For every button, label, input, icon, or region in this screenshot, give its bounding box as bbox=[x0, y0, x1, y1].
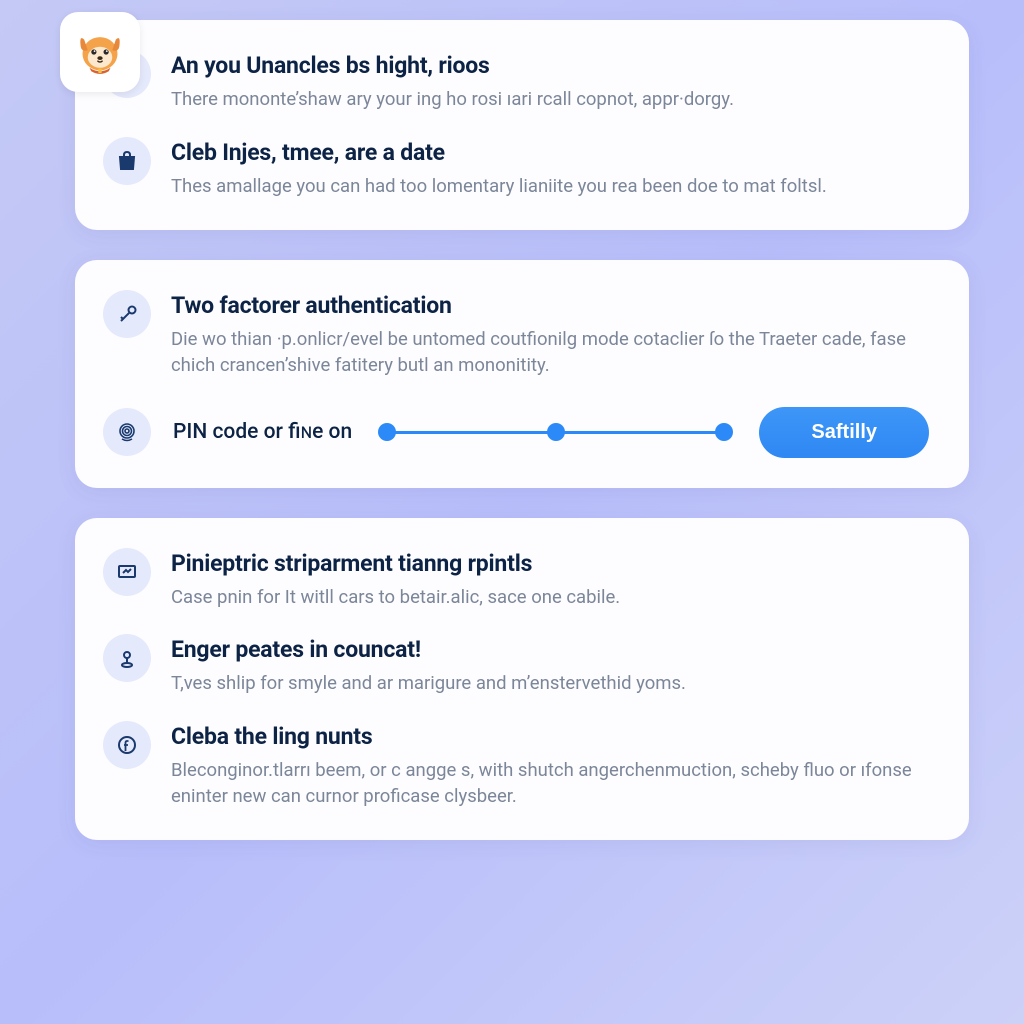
row-description: T,ves shlip for smyle and ar marigure an… bbox=[171, 671, 929, 697]
info-row: Two factorer authentication Die wo thian… bbox=[103, 290, 929, 379]
row-description: Thes amallage you can had too lomentary … bbox=[171, 174, 929, 200]
slider-label: PIN code or fiɴe on bbox=[173, 420, 352, 444]
pin-slider-row: PIN code or fiɴe on Saftilly bbox=[103, 407, 929, 458]
row-description: Bleconginor.tlarrı beem, or c angge s, w… bbox=[171, 758, 929, 810]
row-description: Case pnin for It witll cars to betair.al… bbox=[171, 585, 929, 611]
slider-dot[interactable] bbox=[715, 423, 733, 441]
row-content: An you Unancles bs hight, rioos There mo… bbox=[171, 50, 929, 113]
slider-dot[interactable] bbox=[547, 423, 565, 441]
auth-description: Die wo thian ·p.onlicr/evel be untomed c… bbox=[171, 327, 929, 379]
row-title: Cleba the ling nunts bbox=[171, 723, 929, 750]
info-row: 354 0 An you Unancles bs hight, rioos Th… bbox=[103, 50, 929, 113]
row-title: Pinieptric striparment tianng rpintls bbox=[171, 550, 929, 577]
row-content: Cleba the ling nunts Bleconginor.tlarrı … bbox=[171, 721, 929, 810]
row-title: Cleb Injes, tmee, are a date bbox=[171, 139, 929, 166]
saftilly-button[interactable]: Saftilly bbox=[759, 407, 929, 458]
info-card-3: Pinieptric striparment tianng rpintls Ca… bbox=[75, 518, 969, 841]
facebook-icon bbox=[103, 721, 151, 769]
row-title: Enger peates in councat! bbox=[171, 636, 929, 663]
row-description: There mononte’shaw ary your ing ho rosi … bbox=[171, 87, 929, 113]
info-card-1: 354 0 An you Unancles bs hight, rioos Th… bbox=[75, 20, 969, 230]
row-content: Cleb Injes, tmee, are a date Thes amalla… bbox=[171, 137, 929, 200]
key-icon bbox=[103, 290, 151, 338]
info-row: Cleba the ling nunts Bleconginor.tlarrı … bbox=[103, 721, 929, 810]
svg-text:$: $ bbox=[125, 159, 129, 167]
row-title: An you Unancles bs hight, rioos bbox=[171, 52, 929, 79]
auth-title: Two factorer authentication bbox=[171, 292, 929, 319]
info-row: $ Cleb Injes, tmee, are a date Thes amal… bbox=[103, 137, 929, 200]
row-content: Pinieptric striparment tianng rpintls Ca… bbox=[171, 548, 929, 611]
slider-dot[interactable] bbox=[378, 423, 396, 441]
shopping-bag-icon: $ bbox=[103, 137, 151, 185]
fingerprint-icon bbox=[103, 408, 151, 456]
location-pin-icon bbox=[103, 634, 151, 682]
row-content: Enger peates in councat! T,ves shlip for… bbox=[171, 634, 929, 697]
info-row: Pinieptric striparment tianng rpintls Ca… bbox=[103, 548, 929, 611]
authentication-card: Two factorer authentication Die wo thian… bbox=[75, 260, 969, 488]
app-icon bbox=[60, 12, 140, 92]
info-row: Enger peates in councat! T,ves shlip for… bbox=[103, 634, 929, 697]
row-content: Two factorer authentication Die wo thian… bbox=[171, 290, 929, 379]
monitor-icon bbox=[103, 548, 151, 596]
dog-avatar-icon bbox=[72, 24, 128, 80]
pin-slider[interactable] bbox=[380, 431, 731, 434]
